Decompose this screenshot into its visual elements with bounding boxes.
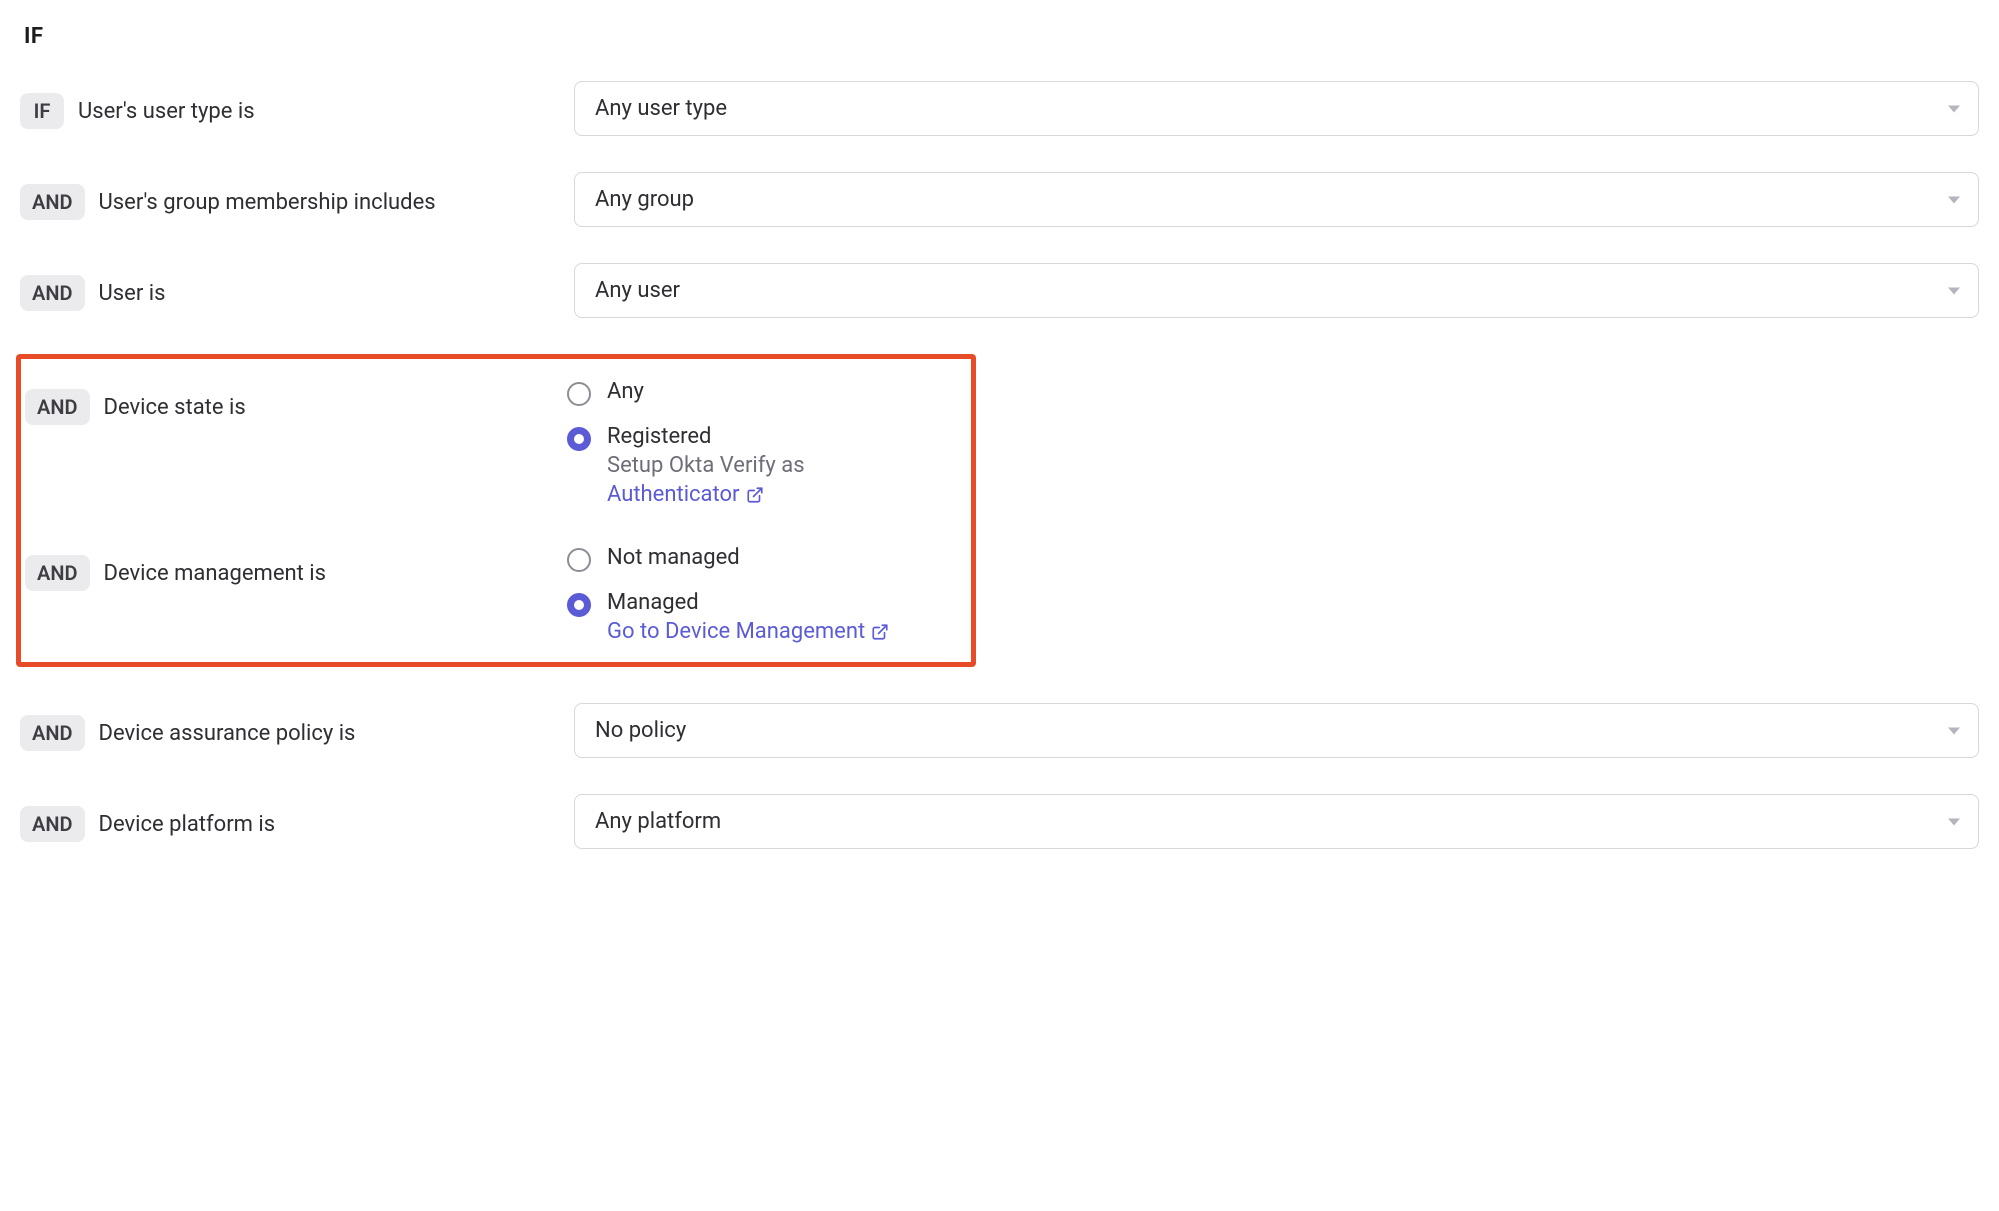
value-area-device-platform: Any platform — [574, 794, 1979, 849]
value-area-device-assurance: No policy — [574, 703, 1979, 758]
radio-content-registered: Registered Setup Okta Verify as Authenti… — [607, 424, 961, 507]
row-group-membership: AND User's group membership includes Any… — [20, 172, 1979, 227]
row-device-management: AND Device management is Not managed Man… — [25, 543, 961, 644]
select-group-membership[interactable]: Any group — [574, 172, 1979, 227]
label-user-type: User's user type is — [78, 99, 255, 124]
label-area-device-management: AND Device management is — [25, 543, 553, 591]
radio-item-managed[interactable]: Managed Go to Device Management — [567, 590, 961, 644]
radio-group-device-state: Any Registered Setup Okta Verify as Auth… — [567, 377, 961, 507]
link-authenticator[interactable]: Authenticator — [607, 482, 764, 507]
select-user-is[interactable]: Any user — [574, 263, 1979, 318]
radio-circle-any[interactable] — [567, 382, 591, 406]
row-device-platform: AND Device platform is Any platform — [20, 794, 1979, 849]
radio-circle-managed[interactable] — [567, 593, 591, 617]
radio-circle-registered[interactable] — [567, 427, 591, 451]
radio-label-registered: Registered — [607, 424, 961, 449]
condition-rows: IF User's user type is Any user type AND… — [20, 81, 1979, 849]
op-pill-and: AND — [20, 184, 85, 220]
radio-content-managed: Managed Go to Device Management — [607, 590, 889, 644]
row-user-type: IF User's user type is Any user type — [20, 81, 1979, 136]
radio-label-not-managed: Not managed — [607, 545, 740, 570]
label-area-user-type: IF User's user type is — [20, 81, 560, 129]
label-device-state: Device state is — [104, 395, 246, 420]
label-area-device-platform: AND Device platform is — [20, 794, 560, 842]
radio-group-device-management: Not managed Managed Go to Device Managem… — [567, 543, 961, 644]
radio-item-not-managed[interactable]: Not managed — [567, 545, 961, 572]
label-device-platform: Device platform is — [99, 812, 276, 837]
value-area-user-type: Any user type — [574, 81, 1979, 136]
select-device-platform[interactable]: Any platform — [574, 794, 1979, 849]
value-area-group-membership: Any group — [574, 172, 1979, 227]
row-device-assurance: AND Device assurance policy is No policy — [20, 703, 1979, 758]
op-pill-and: AND — [20, 715, 85, 751]
radio-content-any: Any — [607, 379, 644, 404]
label-area-group-membership: AND User's group membership includes — [20, 172, 560, 220]
radio-item-device-state-any[interactable]: Any — [567, 379, 961, 406]
radio-label-any: Any — [607, 379, 644, 404]
highlighted-section: AND Device state is Any Registered — [16, 354, 976, 667]
op-pill-and: AND — [25, 389, 90, 425]
helper-device-management: Go to Device Management — [607, 619, 889, 644]
helper-device-state: Setup Okta Verify as Authenticator — [607, 453, 961, 507]
select-user-type[interactable]: Any user type — [574, 81, 1979, 136]
link-device-management[interactable]: Go to Device Management — [607, 619, 889, 644]
label-device-assurance: Device assurance policy is — [99, 721, 356, 746]
label-area-device-assurance: AND Device assurance policy is — [20, 703, 560, 751]
radio-content-not-managed: Not managed — [607, 545, 740, 570]
label-device-management: Device management is — [104, 561, 326, 586]
external-link-icon — [871, 623, 889, 641]
radio-item-device-state-registered[interactable]: Registered Setup Okta Verify as Authenti… — [567, 424, 961, 507]
op-pill-and: AND — [20, 275, 85, 311]
radio-circle-not-managed[interactable] — [567, 548, 591, 572]
label-user-is: User is — [99, 281, 166, 306]
value-area-device-management: Not managed Managed Go to Device Managem… — [567, 543, 961, 644]
label-area-user-is: AND User is — [20, 263, 560, 311]
link-authenticator-text: Authenticator — [607, 482, 740, 507]
select-device-assurance[interactable]: No policy — [574, 703, 1979, 758]
link-device-management-text: Go to Device Management — [607, 619, 865, 644]
value-area-device-state: Any Registered Setup Okta Verify as Auth… — [567, 377, 961, 507]
section-header-if: IF — [24, 24, 1979, 49]
label-group-membership: User's group membership includes — [99, 190, 436, 215]
op-pill-and: AND — [20, 806, 85, 842]
row-device-state: AND Device state is Any Registered — [25, 377, 961, 507]
row-user-is: AND User is Any user — [20, 263, 1979, 318]
helper-prefix-text: Setup Okta Verify as — [607, 453, 805, 478]
radio-label-managed: Managed — [607, 590, 889, 615]
op-pill-and: AND — [25, 555, 90, 591]
external-link-icon — [746, 486, 764, 504]
value-area-user-is: Any user — [574, 263, 1979, 318]
label-area-device-state: AND Device state is — [25, 377, 553, 425]
op-pill-if: IF — [20, 93, 64, 129]
